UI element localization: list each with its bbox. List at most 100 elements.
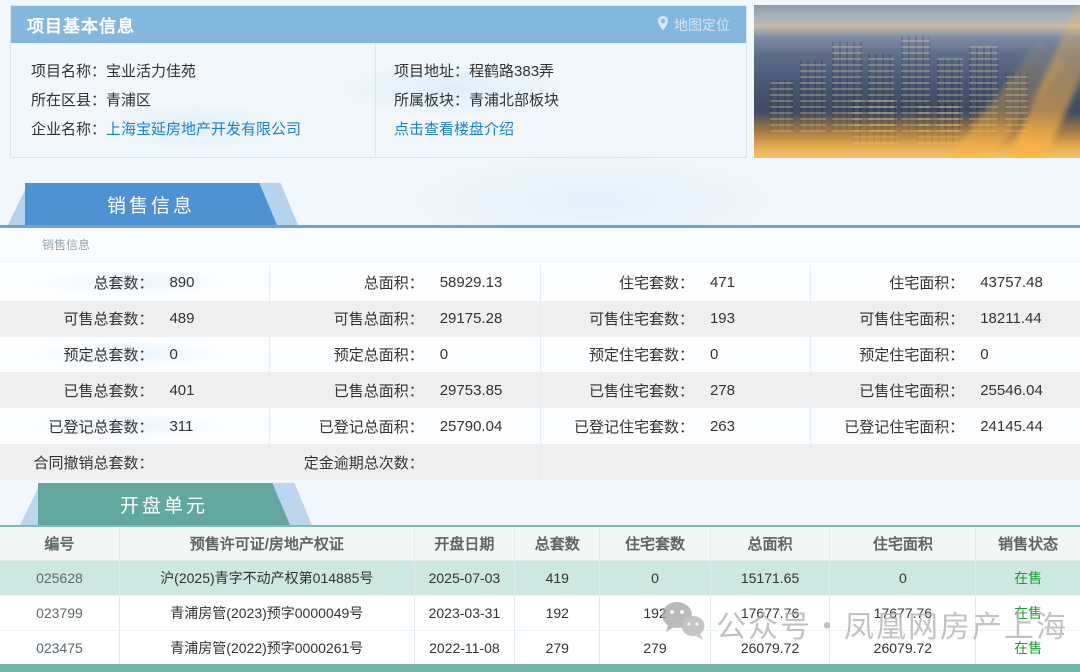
- opening-column-header: 总面积: [711, 527, 831, 560]
- plate-row: 所属板块： 青浦北部板块: [394, 85, 746, 114]
- sales-field-label: 住宅套数：: [618, 275, 694, 293]
- opening-cell: 26079.72: [830, 631, 977, 665]
- sales-subheader: 销售信息: [0, 228, 1080, 262]
- sales-row: 合同撤销总套数： 定金逾期总次数：: [0, 444, 1080, 480]
- opening-row[interactable]: 023799 青浦房管(2023)预字0000049号 2023-03-31 192 1…: [0, 596, 1080, 631]
- sales-cell: 住宅面积： 43757.48: [811, 265, 1080, 301]
- company-row: 企业名称： 上海宝延房地产开发有限公司: [31, 114, 375, 143]
- opening-column-header: 编号: [0, 527, 120, 560]
- sales-cell: 定金逾期总次数：: [270, 444, 541, 480]
- opening-cell: 26079.72: [711, 631, 831, 665]
- sales-field-label: 预定住宅套数：: [588, 347, 694, 365]
- sales-cell: 已登记总面积： 25790.04: [270, 408, 541, 445]
- sales-cell: 预定总套数： 0: [0, 336, 271, 373]
- opening-tab-label: 开盘单元: [119, 495, 208, 517]
- sales-cell: [811, 444, 1080, 480]
- sales-field-value: 278: [709, 381, 735, 399]
- sales-cell: 可售住宅套数： 193: [541, 300, 811, 337]
- opening-cell: 025628: [0, 561, 120, 595]
- sales-field-label: 预定住宅面积：: [859, 347, 965, 365]
- sales-field-value: 58929.13: [439, 274, 503, 292]
- intro-link[interactable]: 点击查看楼盘介绍: [394, 118, 514, 139]
- map-locate-link[interactable]: 地图定位: [657, 15, 730, 35]
- sales-field-label: 预定总套数：: [63, 347, 154, 365]
- sales-field-label: 已登记总套数：: [48, 418, 154, 436]
- project-info-right-col: 项目地址： 程鹤路383弄 所属板块： 青浦北部板块 点击查看楼盘介绍: [376, 43, 746, 157]
- sales-cell: 预定住宅面积： 0: [811, 337, 1080, 373]
- plate-label: 所属板块：: [394, 92, 470, 109]
- district-label: 所在区县：: [31, 92, 107, 109]
- sales-field-label: 总面积：: [363, 275, 424, 293]
- sales-field-label: 已售总套数：: [63, 382, 154, 400]
- sales-row: 已售总套数： 401 已售总面积： 29753.85 已售住宅套数： 278 已售住宅面积：…: [0, 372, 1080, 409]
- sales-field-value: 471: [709, 274, 735, 292]
- sales-cell: 可售总面积： 29175.28: [270, 300, 541, 337]
- sales-field-value: 263: [709, 417, 735, 435]
- project-name-row: 项目名称： 宝业活力佳苑: [31, 56, 375, 85]
- sales-field-label: 预定总面积：: [333, 347, 424, 365]
- sales-field-label: 住宅面积：: [889, 275, 965, 293]
- sales-tab-label: 销售信息: [106, 195, 195, 217]
- address-label: 项目地址：: [394, 63, 470, 80]
- opening-cell: 17677.76: [830, 596, 977, 630]
- sales-field-value: 24145.44: [980, 417, 1043, 435]
- sales-field-value: 401: [169, 381, 195, 399]
- opening-cell: 2025-07-03: [415, 561, 516, 595]
- sales-field-label: 可售总面积：: [333, 311, 424, 329]
- opening-units-table: 编号 预售许可证/房地产权证 开盘日期 总套数 住宅套数 总面积 住宅面积 销售状态 0256…: [0, 525, 1080, 666]
- sales-field-label: 已售总面积：: [333, 382, 424, 400]
- sales-field-value: 0: [169, 346, 178, 364]
- opening-cell: 192: [515, 596, 601, 630]
- sale-status-badge: 在售: [1014, 570, 1043, 586]
- sales-field-value: 25546.04: [980, 381, 1043, 399]
- company-link[interactable]: 上海宝延房地产开发有限公司: [106, 118, 301, 139]
- sales-field-label: 已登记住宅套数：: [573, 418, 694, 436]
- opening-column-header: 预售许可证/房地产权证: [120, 527, 415, 560]
- sales-cell: 已售总面积： 29753.85: [270, 372, 541, 409]
- sales-field-label: 已登记总面积：: [318, 418, 424, 436]
- sales-cell: 已售住宅套数： 278: [541, 372, 811, 409]
- address-row: 项目地址： 程鹤路383弄: [394, 56, 746, 85]
- opening-column-header: 住宅面积: [830, 527, 977, 560]
- opening-cell: 沪(2025)青字不动产权第014885号: [120, 561, 415, 595]
- opening-cell: 279: [600, 631, 711, 665]
- opening-cell: 419: [515, 561, 601, 595]
- opening-cell: 0: [600, 561, 711, 595]
- sales-field-value: 0: [980, 346, 989, 364]
- opening-cell: 023799: [0, 596, 120, 630]
- sales-field-value: 489: [169, 310, 195, 328]
- sales-info-panel: 销售信息 总套数： 890 总面积： 58929.13 住宅套数： 471 住宅面积： 437…: [0, 225, 1080, 480]
- tab-sales-info[interactable]: 销售信息: [25, 183, 277, 225]
- company-label: 企业名称：: [31, 121, 107, 138]
- opening-cell: 2022-11-08: [415, 631, 516, 665]
- opening-cell: 279: [515, 631, 601, 665]
- district-value: 青浦区: [106, 92, 152, 109]
- district-row: 所在区县： 青浦区: [31, 85, 375, 114]
- sales-field-label: 总套数：: [93, 275, 154, 293]
- opening-cell: 2023-03-31: [415, 596, 516, 630]
- opening-row[interactable]: 023475 青浦房管(2022)预字0000261号 2022-11-08 279 2…: [0, 631, 1080, 666]
- tab-opening-units[interactable]: 开盘单元: [38, 483, 290, 525]
- sales-field-value: 43757.48: [980, 274, 1043, 292]
- sales-cell: 预定总面积： 0: [270, 336, 541, 373]
- opening-column-header: 住宅套数: [600, 527, 711, 560]
- opening-row[interactable]: 025628 沪(2025)青字不动产权第014885号 2025-07-03 419…: [0, 561, 1080, 596]
- sales-field-value: 29175.28: [439, 310, 503, 328]
- sales-cell: 可售总套数： 489: [0, 300, 271, 337]
- sales-field-label: 可售住宅套数：: [588, 311, 694, 329]
- sales-table-rows: 总套数： 890 总面积： 58929.13 住宅套数： 471 住宅面积： 43757.48…: [0, 265, 1080, 480]
- opening-cell: 192: [600, 596, 711, 630]
- sales-field-label: 已售住宅套数：: [588, 382, 694, 400]
- opening-column-header: 开盘日期: [415, 527, 516, 560]
- sales-field-value: 25790.04: [439, 417, 503, 435]
- opening-cell: 023475: [0, 631, 120, 665]
- sales-field-label: 合同撤销总套数：: [33, 454, 154, 472]
- sales-row: 总套数： 890 总面积： 58929.13 住宅套数： 471 住宅面积： 43757.48: [0, 265, 1080, 301]
- project-info-header: 项目基本信息 地图定位: [11, 6, 746, 43]
- sale-status-badge: 在售: [1014, 605, 1043, 621]
- sales-row: 预定总套数： 0 预定总面积： 0 预定住宅套数： 0 预定住宅面积： 0: [0, 336, 1080, 373]
- project-info-panel: 项目基本信息 地图定位 项目名称： 宝业活力佳苑 所在区县： 青浦区 企业名称：…: [10, 5, 747, 158]
- sales-row: 已登记总套数： 311 已登记总面积： 25790.04 已登记住宅套数： 263 已登记住…: [0, 408, 1080, 445]
- project-info-left-col: 项目名称： 宝业活力佳苑 所在区县： 青浦区 企业名称： 上海宝延房地产开发有限…: [11, 43, 376, 157]
- project-name-label: 项目名称：: [31, 63, 107, 80]
